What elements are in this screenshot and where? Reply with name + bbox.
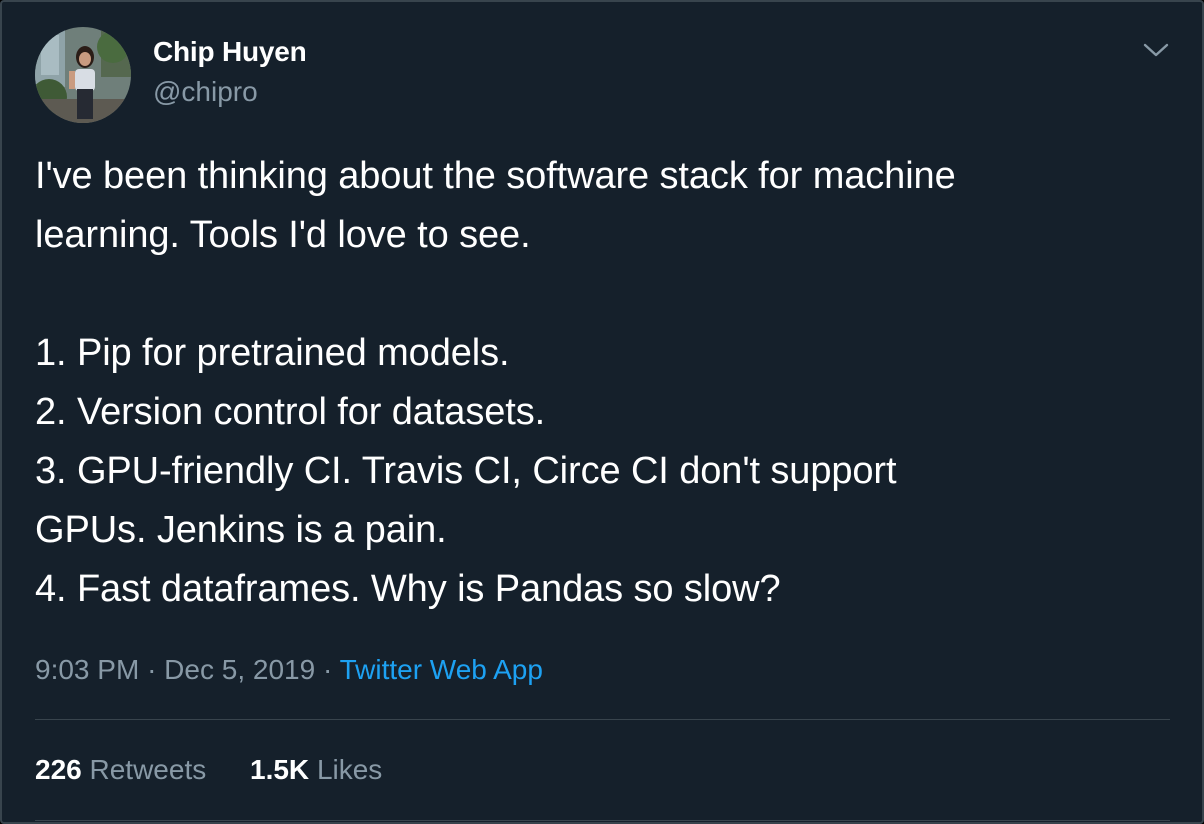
avatar-photo bbox=[35, 27, 131, 123]
tweet-stats: 226 Retweets 1.5K Likes bbox=[35, 754, 418, 786]
tweet-source-link[interactable]: Twitter Web App bbox=[340, 654, 543, 685]
author-handle[interactable]: @chipro bbox=[153, 76, 258, 108]
tweet-date[interactable]: Dec 5, 2019 bbox=[164, 654, 315, 685]
tweet-time[interactable]: 9:03 PM bbox=[35, 654, 139, 685]
avatar[interactable] bbox=[35, 27, 131, 123]
divider bbox=[35, 820, 1170, 821]
tweet-text: I've been thinking about the software st… bbox=[35, 155, 956, 610]
retweets-label: Retweets bbox=[89, 754, 207, 785]
meta-separator: · bbox=[147, 654, 157, 685]
likes-count: 1.5K bbox=[250, 754, 310, 785]
author-name[interactable]: Chip Huyen bbox=[153, 36, 307, 68]
meta-separator: · bbox=[322, 654, 333, 685]
likes-stat[interactable]: 1.5K Likes bbox=[250, 754, 382, 786]
tweet-card: Chip Huyen @chipro I've been thinking ab… bbox=[0, 0, 1204, 824]
likes-label: Likes bbox=[316, 754, 383, 785]
tweet-meta: 9:03 PM · Dec 5, 2019 · Twitter Web App bbox=[35, 654, 543, 686]
divider bbox=[35, 719, 1170, 720]
chevron-down-icon[interactable] bbox=[1142, 40, 1170, 60]
retweets-count: 226 bbox=[35, 754, 82, 785]
retweets-stat[interactable]: 226 Retweets bbox=[35, 754, 206, 786]
